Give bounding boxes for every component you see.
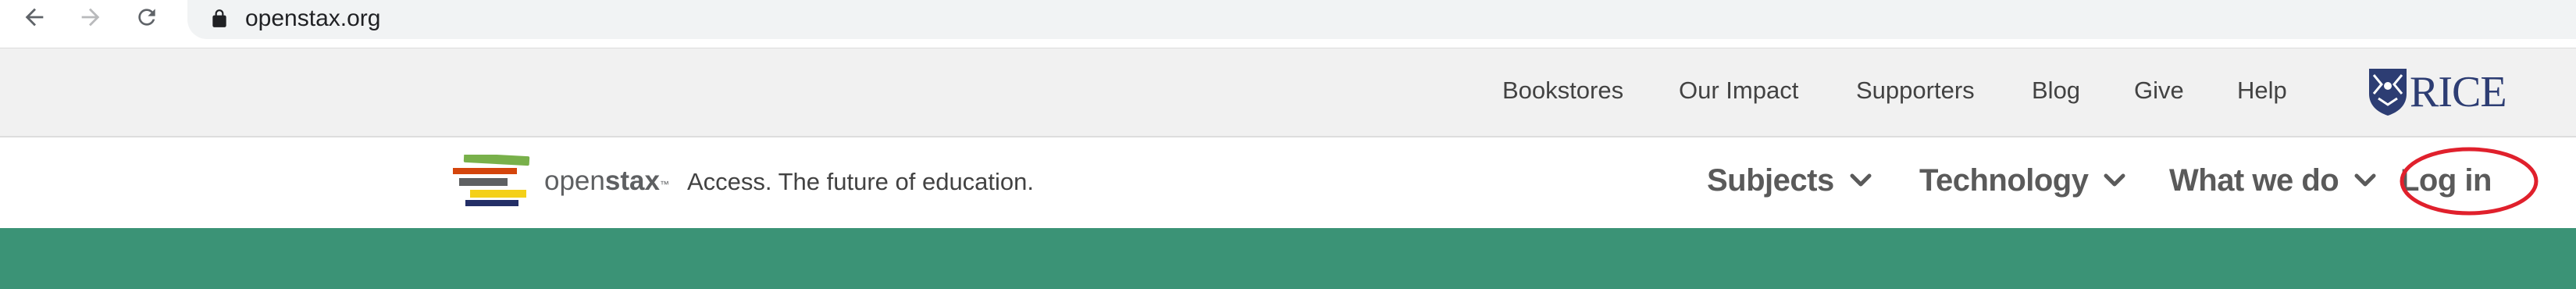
forward-arrow-icon xyxy=(81,8,100,27)
back-arrow-icon xyxy=(25,8,44,27)
wordmark-open: open xyxy=(544,166,605,196)
lock-icon xyxy=(212,9,226,27)
wordmark-trademark: ™ xyxy=(659,179,669,190)
reload-button[interactable] xyxy=(123,0,170,34)
url-text[interactable]: openstax.org xyxy=(245,3,380,34)
back-button[interactable] xyxy=(11,0,58,34)
rice-logo-text: RICE xyxy=(2410,68,2507,116)
menu-what-we-do-label: What we do xyxy=(2169,162,2339,198)
hero-banner xyxy=(0,228,2576,289)
forward-button[interactable] xyxy=(67,0,114,34)
menu-technology-label: Technology xyxy=(1919,162,2089,198)
tagline: Access. The future of education. xyxy=(687,168,1035,195)
chevron-down-icon xyxy=(1850,173,1872,187)
rice-logo[interactable]: RICE xyxy=(2368,66,2507,119)
menu-subjects[interactable]: Subjects xyxy=(1707,161,1872,200)
highlight-circle-annotation xyxy=(2400,147,2539,216)
menu-subjects-label: Subjects xyxy=(1707,162,1834,198)
utility-link-bookstores[interactable]: Bookstores xyxy=(1502,75,1623,106)
utility-link-give[interactable]: Give xyxy=(2134,75,2184,106)
utility-link-help[interactable]: Help xyxy=(2237,75,2287,106)
wordmark-stax: stax xyxy=(604,166,660,196)
utility-link-supporters[interactable]: Supporters xyxy=(1856,75,1975,106)
page: openstax.org Bookstores Our Impact Suppo… xyxy=(0,0,2576,289)
rice-shield-icon xyxy=(2369,69,2407,116)
chevron-down-icon xyxy=(2104,173,2125,187)
menu-what-we-do[interactable]: What we do xyxy=(2169,161,2376,200)
address-bar[interactable]: openstax.org xyxy=(187,0,2576,39)
browser-toolbar: openstax.org xyxy=(0,0,2576,48)
utility-link-our-impact[interactable]: Our Impact xyxy=(1679,75,1798,106)
utility-nav: Bookstores Our Impact Supporters Blog Gi… xyxy=(0,48,2576,137)
chevron-down-icon xyxy=(2354,173,2376,187)
main-nav: openstax™ Access. The future of educatio… xyxy=(0,137,2576,228)
openstax-logo-icon[interactable] xyxy=(453,155,534,209)
menu-technology[interactable]: Technology xyxy=(1919,161,2125,200)
openstax-wordmark[interactable]: openstax™ xyxy=(544,166,669,197)
utility-link-blog[interactable]: Blog xyxy=(2032,75,2080,106)
reload-icon xyxy=(138,9,155,26)
